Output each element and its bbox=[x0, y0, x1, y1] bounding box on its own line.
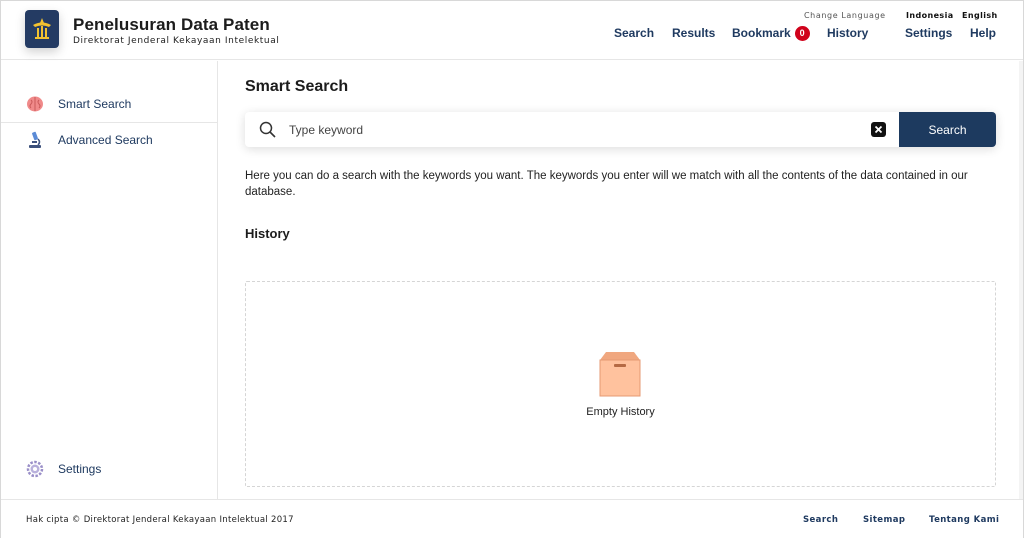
history-heading: History bbox=[245, 226, 290, 241]
nav-settings[interactable]: Settings bbox=[905, 26, 952, 40]
empty-box-icon bbox=[596, 350, 644, 403]
nav-results[interactable]: Results bbox=[672, 26, 715, 40]
brain-icon bbox=[25, 94, 45, 114]
main-scrollbar[interactable] bbox=[1019, 61, 1023, 499]
footer-link-about[interactable]: Tentang Kami bbox=[929, 515, 999, 525]
sidebar-item-smart-search[interactable]: Smart Search bbox=[1, 86, 217, 122]
history-empty-state: Empty History bbox=[245, 281, 996, 487]
search-input[interactable] bbox=[289, 120, 849, 140]
dgip-logo[interactable] bbox=[25, 10, 59, 48]
sidebar-item-advanced-search[interactable]: Advanced Search bbox=[1, 122, 217, 158]
nav-history[interactable]: History bbox=[827, 26, 868, 40]
search-description: Here you can do a search with the keywor… bbox=[245, 170, 968, 198]
sidebar-item-settings[interactable]: Settings bbox=[1, 451, 217, 487]
search-bar: Search bbox=[245, 112, 996, 147]
sidebar-item-label: Smart Search bbox=[58, 97, 132, 111]
sidebar-item-label: Advanced Search bbox=[58, 133, 153, 147]
sidebar: Smart Search Advanced Search Settings bbox=[1, 61, 218, 499]
footer: Hak cipta © Direktorat Jenderal Kekayaan… bbox=[1, 499, 1023, 538]
sidebar-item-label: Settings bbox=[58, 462, 102, 476]
gear-icon bbox=[25, 459, 45, 479]
page-title: Smart Search bbox=[245, 78, 349, 95]
copyright-text: Hak cipta © Direktorat Jenderal Kekayaan… bbox=[26, 515, 294, 525]
logo-emblem-icon bbox=[33, 18, 51, 39]
clear-search-button[interactable] bbox=[871, 122, 886, 137]
change-language-label: Change Language bbox=[804, 11, 886, 20]
empty-history-label: Empty History bbox=[586, 406, 655, 418]
bookmark-count-badge: 0 bbox=[794, 26, 810, 41]
app-title: Penelusuran Data Paten bbox=[73, 15, 270, 34]
nav-bookmark-label: Bookmark bbox=[732, 26, 791, 40]
app-window: Penelusuran Data Paten Direktorat Jender… bbox=[0, 0, 1024, 538]
search-icon bbox=[259, 121, 276, 143]
footer-link-sitemap[interactable]: Sitemap bbox=[863, 515, 905, 525]
footer-link-search[interactable]: Search bbox=[803, 515, 838, 525]
microscope-icon bbox=[25, 130, 45, 150]
nav-help[interactable]: Help bbox=[970, 26, 996, 40]
search-button[interactable]: Search bbox=[899, 112, 996, 147]
app-subtitle: Direktorat Jenderal Kekayaan Intelektual bbox=[73, 36, 280, 46]
close-icon bbox=[874, 125, 883, 134]
top-header: Penelusuran Data Paten Direktorat Jender… bbox=[1, 1, 1023, 60]
language-indonesia[interactable]: Indonesia bbox=[906, 11, 954, 20]
nav-bookmark[interactable]: Bookmark 0 bbox=[732, 26, 810, 41]
nav-search[interactable]: Search bbox=[614, 26, 654, 40]
main-content: Smart Search Search Here you can do a se… bbox=[219, 61, 1023, 499]
language-english[interactable]: English bbox=[962, 11, 998, 20]
